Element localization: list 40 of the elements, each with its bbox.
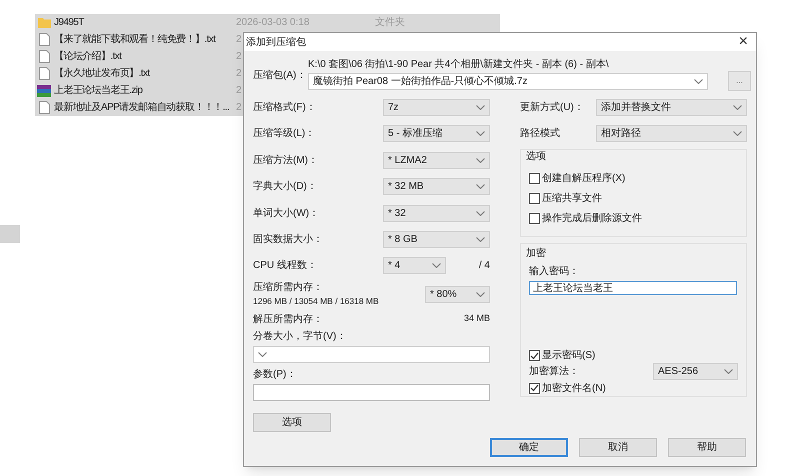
field-label: CPU 线程数： — [253, 258, 318, 272]
field-label: 更新方式(U)： — [520, 100, 584, 115]
checkbox-label: 显示密码(S) — [542, 348, 596, 364]
field-label: 路径模式 — [520, 126, 560, 142]
checkbox-label: 加密文件名(N) — [542, 382, 606, 396]
file-name: 【论坛介绍】.txt — [54, 50, 122, 64]
field-label: 参数(P)： — [253, 368, 298, 382]
field-label: 压缩所需内存： — [253, 280, 324, 296]
field-label: 固实数据大小： — [253, 232, 323, 248]
file-name: J9495T — [54, 16, 84, 30]
field-label: 字典大小(D)： — [253, 180, 317, 194]
field-label: 压缩方法(M)： — [253, 154, 318, 168]
checkbox-label: 操作完成后删除源文件 — [542, 212, 642, 226]
file-date: 2026-03-03 0:18 — [236, 17, 310, 28]
checkbox-label: 创建自解压程序(X) — [542, 172, 626, 186]
file-date: 2 — [236, 102, 242, 113]
file-date: 2 — [236, 85, 242, 96]
field-label: 分卷大小，字节(V)： — [253, 330, 348, 344]
file-date: 2 — [236, 68, 242, 79]
file-name: 上老王论坛当老王.zip — [54, 84, 142, 98]
file-name: 【来了就能下载和观看！纯免费！】.txt — [54, 32, 216, 47]
field-label: 压缩格式(F)： — [253, 100, 316, 115]
file-date: 2 — [236, 51, 242, 62]
field-label: 输入密码： — [529, 264, 580, 279]
field-label: 压缩包(A)： — [253, 68, 308, 83]
file-name: 【永久地址发布页】.txt — [54, 66, 150, 81]
field-label: 解压所需内存： — [253, 312, 323, 326]
file-type: 文件夹 — [375, 16, 405, 30]
file-name: 最新地址及APP请发邮箱自动获取！！！... — [54, 100, 230, 115]
memory-usage: 1296 MB / 13054 MB / 16318 MB — [253, 295, 379, 308]
file-date: 2 — [236, 34, 242, 45]
field-label: 加密算法： — [529, 364, 579, 380]
group-title: 选项 — [526, 150, 546, 164]
thread-count: / 4 — [478, 258, 490, 272]
checkbox-label: 压缩共享文件 — [542, 192, 602, 206]
field-label: 单词大小(W)： — [253, 206, 320, 221]
group-title: 加密 — [526, 246, 546, 261]
memory-value: 34 MB — [464, 312, 490, 326]
window-title: 添加到压缩包 — [246, 36, 306, 50]
field-label: 压缩等级(L)： — [253, 126, 316, 142]
